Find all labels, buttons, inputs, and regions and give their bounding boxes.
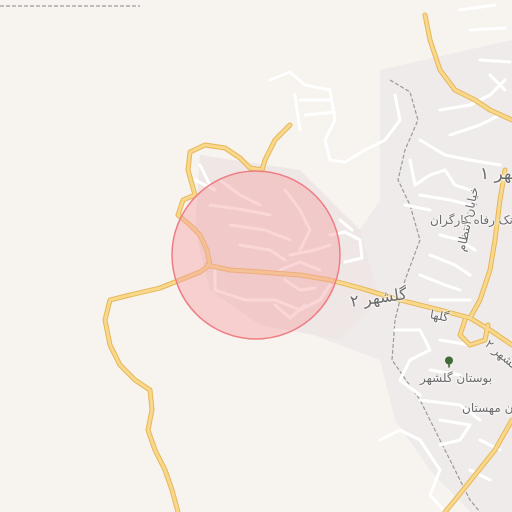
- tree-icon[interactable]: [443, 356, 455, 368]
- map-view[interactable]: گلشهر ۱ بانک رفاه کارگران خیابان انتظام …: [0, 0, 512, 512]
- label-park: بوستان گلشهر: [420, 371, 493, 385]
- label-golshahr1: گلشهر ۱: [480, 164, 512, 184]
- highlight-circle[interactable]: [171, 170, 341, 340]
- label-golha: گلها: [428, 307, 450, 325]
- label-mahestan: ن مهستان: [462, 401, 512, 415]
- map-canvas[interactable]: [0, 0, 512, 512]
